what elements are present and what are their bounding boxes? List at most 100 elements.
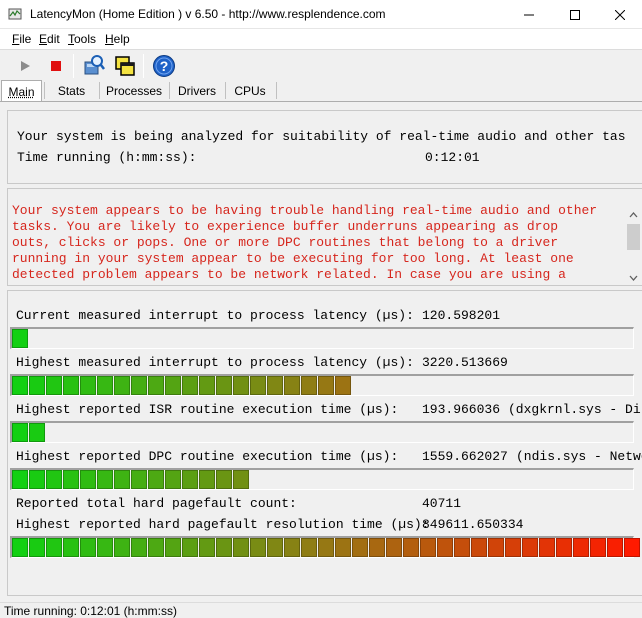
bar-segment [233, 470, 249, 489]
scroll-up-button[interactable] [625, 207, 642, 223]
bar-segment [80, 538, 96, 557]
bar-segment [454, 538, 470, 557]
start-button[interactable] [12, 53, 38, 79]
bar-segment [216, 470, 232, 489]
bar-isr-time [10, 421, 634, 443]
bar-segment [12, 470, 28, 489]
stat-label-current-latency: Current measured interrupt to process la… [16, 308, 414, 323]
bar-segment [29, 538, 45, 557]
stat-value-pagefault-time: 849611.650334 [422, 517, 524, 532]
stat-label-pagefault-time: Highest reported hard pagefault resoluti… [16, 517, 430, 532]
tab-cpus[interactable]: CPUs [226, 80, 274, 101]
stat-value-dpc-time: 1559.662027 [422, 449, 508, 464]
bar-segment [284, 538, 300, 557]
tab-drivers[interactable]: Drivers [170, 80, 224, 101]
stats-box: Current measured interrupt to process la… [7, 290, 642, 596]
toolbar: ? [0, 49, 642, 81]
bar-segment [301, 538, 317, 557]
bar-fill [12, 329, 29, 348]
bar-segment [131, 538, 147, 557]
tab-main-label: Main [8, 85, 35, 99]
tab-strip: Main Stats Processes Drivers CPUs [0, 80, 642, 102]
bar-segment [29, 376, 45, 395]
scroll-thumb[interactable] [627, 224, 640, 250]
bar-segment [403, 538, 419, 557]
bar-segment [97, 470, 113, 489]
stat-label-dpc-time: Highest reported DPC routine execution t… [16, 449, 399, 464]
bar-segment [29, 470, 45, 489]
close-button[interactable] [598, 0, 642, 29]
bar-segment [386, 538, 402, 557]
menu-file-label: ile [19, 32, 32, 46]
bar-segment [250, 376, 266, 395]
bar-segment [12, 329, 28, 348]
bar-segment [114, 538, 130, 557]
bar-segment [420, 538, 436, 557]
bar-segment [539, 538, 555, 557]
stat-value-isr-time: 193.966036 [422, 402, 501, 417]
tab-main[interactable]: Main [1, 80, 42, 102]
help-icon: ? [153, 55, 175, 77]
bar-segment [318, 376, 334, 395]
time-running-label: Time running (h:mm:ss): [17, 150, 197, 165]
windows-button[interactable] [112, 53, 138, 79]
bar-segment [148, 470, 164, 489]
maximize-icon [570, 9, 580, 20]
bar-segment [318, 538, 334, 557]
bar-segment [46, 376, 62, 395]
tab-stats[interactable]: Stats [45, 80, 98, 101]
menu-file[interactable]: File [12, 32, 31, 46]
conclusion-scrollbar[interactable] [625, 207, 642, 285]
bar-segment [165, 376, 181, 395]
bar-segment [301, 376, 317, 395]
bar-segment [63, 376, 79, 395]
bar-segment [250, 538, 266, 557]
scroll-down-button[interactable] [625, 270, 642, 285]
bar-fill [12, 538, 641, 557]
bar-segment [46, 538, 62, 557]
bar-segment [437, 538, 453, 557]
menu-edit[interactable]: Edit [39, 32, 60, 46]
bar-pagefault-time [10, 536, 640, 558]
bar-segment [165, 470, 181, 489]
stop-button[interactable] [43, 53, 69, 79]
bar-segment [182, 376, 198, 395]
bar-segment [29, 423, 45, 442]
latencymon-window: LatencyMon (Home Edition ) v 6.50 - http… [0, 0, 642, 618]
drivers-button[interactable] [81, 53, 107, 79]
bar-segment [471, 538, 487, 557]
stat-value-highest-latency: 3220.513669 [422, 355, 508, 370]
chevron-down-icon [629, 275, 638, 281]
bar-fill [12, 423, 46, 442]
bar-segment [97, 538, 113, 557]
stat-value-current-latency: 120.598201 [422, 308, 501, 323]
menu-tools[interactable]: Tools [68, 32, 96, 46]
bar-highest-latency [10, 374, 634, 396]
menu-edit-accel: E [39, 32, 48, 46]
bar-segment [369, 538, 385, 557]
tab-processes[interactable]: Processes [100, 80, 168, 101]
stat-label-pagefault-count: Reported total hard pagefault count: [16, 496, 297, 511]
status-bar: Time running: 0:12:01 (h:mm:ss) [0, 602, 642, 618]
toolbar-separator [143, 54, 144, 78]
menu-help[interactable]: Help [105, 32, 130, 46]
bar-segment [80, 376, 96, 395]
title-bar[interactable]: LatencyMon (Home Edition ) v 6.50 - http… [0, 0, 642, 29]
bar-fill [12, 376, 352, 395]
bar-segment [522, 538, 538, 557]
conclusion-box: Your system appears to be having trouble… [7, 188, 642, 286]
bar-segment [199, 470, 215, 489]
toolbar-separator [73, 54, 74, 78]
bar-segment [335, 538, 351, 557]
time-running-value: 0:12:01 [425, 150, 480, 165]
bar-segment [335, 376, 351, 395]
help-button[interactable]: ? [151, 53, 177, 79]
maximize-button[interactable] [552, 0, 598, 29]
minimize-button[interactable] [506, 0, 552, 29]
bar-segment [573, 538, 589, 557]
bar-segment [267, 538, 283, 557]
bar-segment [216, 376, 232, 395]
bar-segment [199, 538, 215, 557]
stat-value-pagefault-count: 40711 [422, 496, 462, 511]
bar-segment [233, 538, 249, 557]
